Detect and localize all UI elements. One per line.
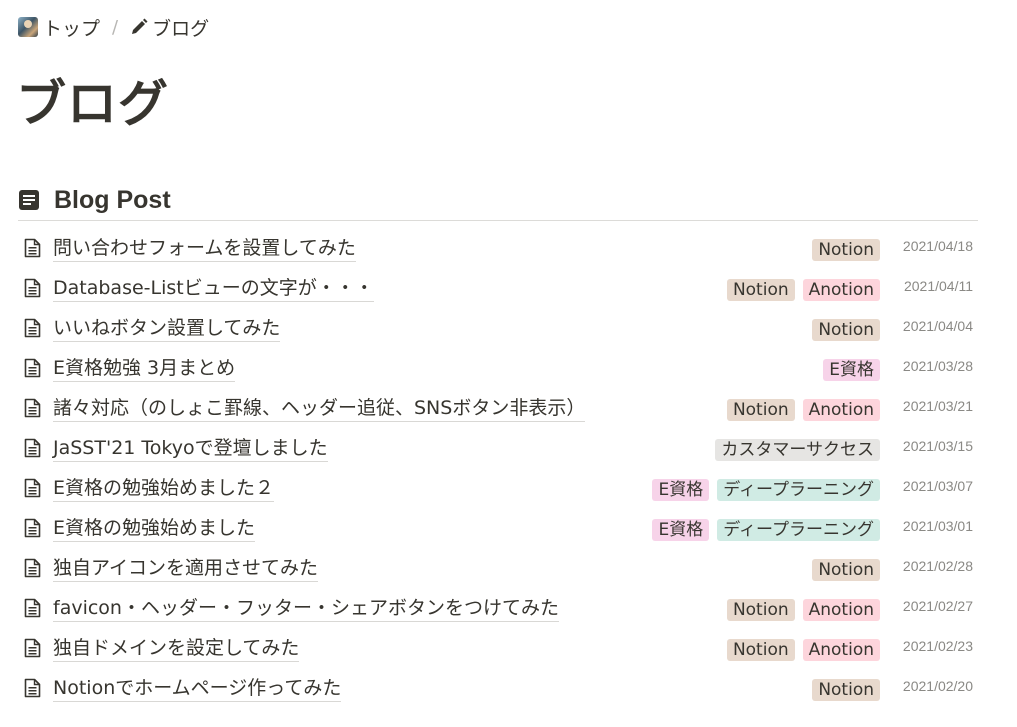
tag-badge: Anotion: [802, 639, 880, 661]
post-date: 2021/02/23: [902, 638, 973, 654]
list-item[interactable]: 独自ドメインを設定してみた Notion Anotion 2021/02/23: [18, 628, 978, 668]
tag-badge: カスタマーサクセス: [715, 439, 880, 461]
list-item[interactable]: E資格の勉強始めました E資格 ディープラーニング 2021/03/01: [18, 508, 978, 548]
post-title[interactable]: favicon・ヘッダー・フッター・シェアボタンをつけてみた: [53, 595, 559, 622]
page-icon: [24, 478, 41, 498]
post-list: 問い合わせフォームを設置してみた Notion 2021/04/18 Database…: [18, 228, 978, 708]
list-item[interactable]: いいねボタン設置してみた Notion 2021/04/04: [18, 308, 978, 348]
post-title[interactable]: 諸々対応（のしょこ罫線、ヘッダー追従、SNSボタン非表示）: [53, 395, 586, 422]
tag-badge: Anotion: [802, 279, 880, 301]
page-icon: [24, 438, 41, 458]
breadcrumb-home-link[interactable]: トップ: [18, 14, 100, 41]
post-title[interactable]: 問い合わせフォームを設置してみた: [53, 235, 356, 262]
post-tags: Notion Anotion: [726, 639, 880, 661]
page-icon: [24, 238, 41, 258]
tag-badge: E資格: [652, 519, 710, 541]
tag-badge: Notion: [812, 679, 880, 701]
page-title: ブログ: [16, 75, 169, 133]
list-item[interactable]: 問い合わせフォームを設置してみた Notion 2021/04/18: [18, 228, 978, 268]
list-item[interactable]: E資格の勉強始めました２ E資格 ディープラーニング 2021/03/07: [18, 468, 978, 508]
post-date: 2021/03/07: [902, 478, 973, 494]
post-tags: E資格 ディープラーニング: [652, 479, 880, 501]
breadcrumb-current-label: ブログ: [152, 17, 210, 40]
post-date: 2021/02/20: [902, 678, 973, 694]
tag-badge: Anotion: [802, 399, 880, 421]
breadcrumb-current-link[interactable]: ブログ: [130, 14, 209, 41]
post-title[interactable]: E資格勉強 3月まとめ: [53, 355, 236, 382]
tag-badge: Notion: [726, 279, 795, 301]
list-item[interactable]: 諸々対応（のしょこ罫線、ヘッダー追従、SNSボタン非表示） Notion Anoti…: [18, 388, 978, 428]
tag-badge: Notion: [812, 239, 880, 261]
post-tags: Notion Anotion: [726, 399, 880, 421]
post-title[interactable]: いいねボタン設置してみた: [53, 315, 281, 342]
tag-badge: ディープラーニング: [717, 519, 880, 541]
post-date: 2021/02/27: [902, 598, 973, 614]
post-date: 2021/03/15: [902, 438, 973, 454]
post-title[interactable]: Database-Listビューの文字が・・・: [53, 275, 374, 302]
post-date: 2021/03/28: [902, 358, 973, 374]
breadcrumb: トップ / ブログ: [18, 14, 209, 40]
post-tags: Notion: [812, 239, 880, 261]
tag-badge: E資格: [652, 479, 710, 501]
post-tags: Notion: [812, 679, 880, 701]
avatar-icon: [18, 17, 38, 37]
post-tags: E資格 ディープラーニング: [652, 519, 880, 541]
post-tags: Notion: [812, 559, 880, 581]
list-item[interactable]: 独自アイコンを適用させてみた Notion 2021/02/28: [18, 548, 978, 588]
post-tags: カスタマーサクセス: [715, 439, 880, 461]
post-tags: E資格: [823, 359, 880, 381]
document-list-icon: [19, 190, 39, 210]
post-date: 2021/04/04: [902, 318, 973, 334]
page-icon: [24, 278, 41, 298]
post-title[interactable]: JaSST'21 Tokyoで登壇しました: [53, 435, 328, 462]
breadcrumb-home-label: トップ: [43, 17, 101, 40]
database-header: Blog Post: [18, 184, 978, 221]
tag-badge: Notion: [726, 399, 795, 421]
database-title[interactable]: Blog Post: [54, 186, 171, 215]
post-tags: Notion Anotion: [726, 279, 880, 301]
post-title[interactable]: E資格の勉強始めました: [53, 515, 256, 542]
post-title[interactable]: 独自アイコンを適用させてみた: [53, 555, 319, 582]
post-date: 2021/03/01: [902, 518, 973, 534]
tag-badge: ディープラーニング: [717, 479, 880, 501]
post-date: 2021/04/11: [903, 278, 973, 294]
breadcrumb-separator: /: [112, 16, 119, 38]
post-tags: Notion: [812, 319, 880, 341]
page-icon: [24, 558, 41, 578]
post-title[interactable]: Notionでホームページ作ってみた: [53, 675, 342, 702]
pencil-icon: [132, 18, 148, 34]
post-title[interactable]: 独自ドメインを設定してみた: [53, 635, 300, 662]
post-date: 2021/02/28: [902, 558, 973, 574]
tag-badge: Notion: [726, 599, 795, 621]
page-icon: [24, 398, 41, 418]
list-item[interactable]: JaSST'21 Tokyoで登壇しました カスタマーサクセス 2021/03/15: [18, 428, 978, 468]
page-icon: [24, 358, 41, 378]
page-icon: [24, 518, 41, 538]
post-title[interactable]: E資格の勉強始めました２: [53, 475, 275, 502]
tag-badge: Notion: [726, 639, 795, 661]
post-date: 2021/03/21: [902, 398, 973, 414]
post-date: 2021/04/18: [902, 238, 973, 254]
post-tags: Notion Anotion: [726, 599, 880, 621]
list-item[interactable]: favicon・ヘッダー・フッター・シェアボタンをつけてみた Notion Anot…: [18, 588, 978, 628]
page-icon: [24, 318, 41, 338]
list-item[interactable]: Notionでホームページ作ってみた Notion 2021/02/20: [18, 668, 978, 708]
tag-badge: Notion: [812, 319, 880, 341]
page-icon: [24, 598, 41, 618]
tag-badge: Anotion: [802, 599, 880, 621]
page-icon: [24, 638, 41, 658]
list-item[interactable]: Database-Listビューの文字が・・・ Notion Anotion 2021…: [18, 268, 978, 308]
list-item[interactable]: E資格勉強 3月まとめ E資格 2021/03/28: [18, 348, 978, 388]
page-icon: [24, 678, 41, 698]
tag-badge: Notion: [812, 559, 880, 581]
tag-badge: E資格: [823, 359, 880, 381]
